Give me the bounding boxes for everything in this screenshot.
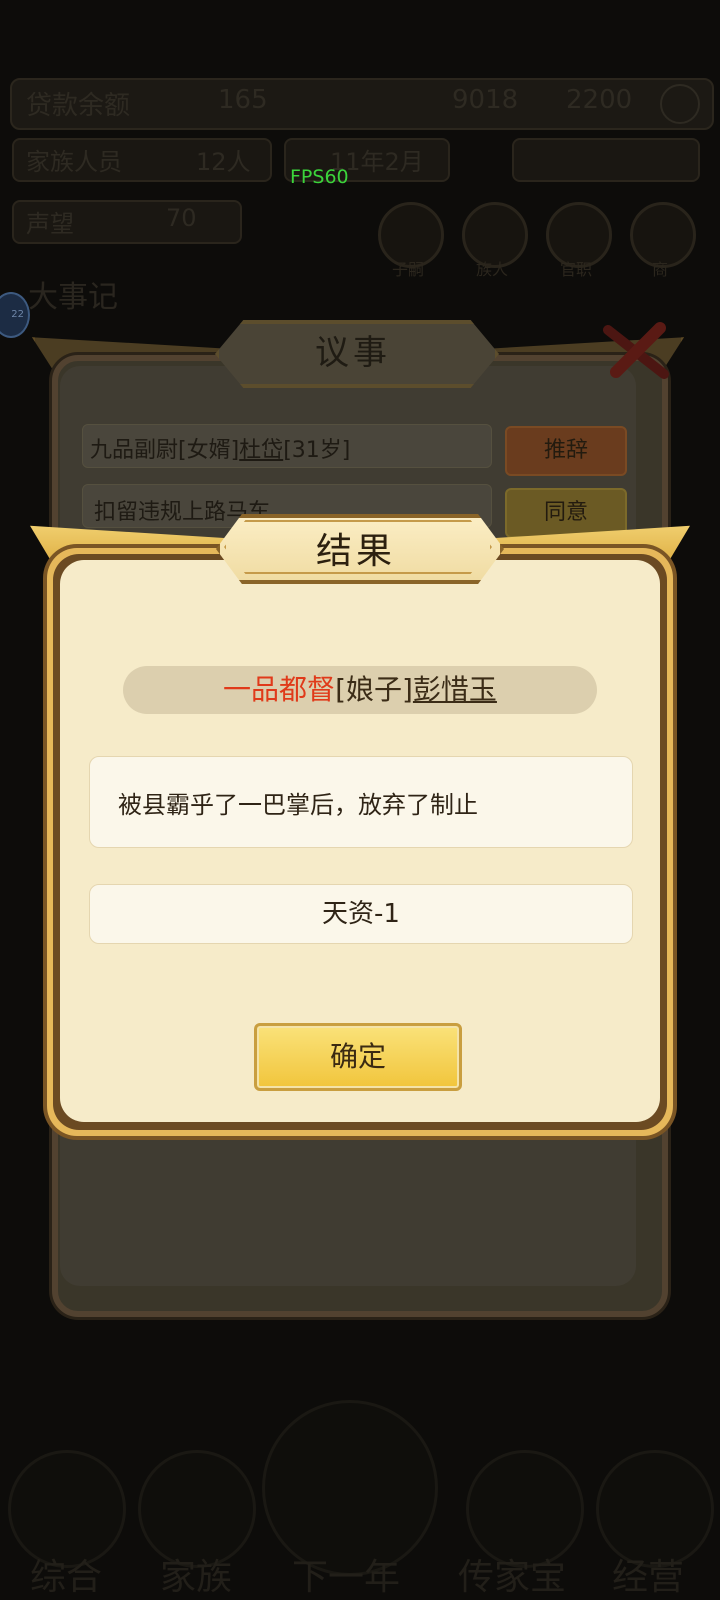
nav-label-family: 家族 bbox=[160, 1557, 233, 1598]
person-rank: 一品都督 bbox=[223, 673, 336, 706]
events-title: 大事记 bbox=[28, 280, 118, 315]
nav-label-business: 经营 bbox=[612, 1557, 685, 1598]
stat-value-2: 9018 bbox=[452, 85, 519, 115]
agree-button[interactable]: 同意 bbox=[505, 488, 627, 538]
person-name-pill: 一品都督[娘子]彭惜玉 bbox=[123, 666, 597, 714]
council-row-1-text: 九品副尉[女婿]杜岱[31岁] bbox=[90, 432, 350, 464]
circle-label-4: 商 bbox=[651, 260, 668, 279]
coin-value: 2200 bbox=[566, 85, 633, 115]
family-count: 12人 bbox=[196, 148, 251, 176]
nav-label-general: 综合 bbox=[30, 1557, 103, 1598]
circle-label-3: 官职 bbox=[559, 260, 592, 279]
row-1-suffix: [31岁] bbox=[283, 438, 351, 463]
stat-value: 165 bbox=[218, 85, 268, 115]
council-title: 议事 bbox=[315, 333, 391, 373]
reputation-label: 声望 bbox=[26, 210, 74, 238]
reputation-value: 70 bbox=[166, 204, 197, 232]
description-text: 被县霸乎了一巴掌后，放弃了制止 bbox=[118, 791, 478, 819]
row-1-prefix: 九品副尉[女婿] bbox=[90, 438, 240, 463]
decline-button[interactable]: 推辞 bbox=[505, 426, 627, 476]
nav-label-heirloom: 传家宝 bbox=[458, 1557, 567, 1598]
effect-text: 天资-1 bbox=[89, 884, 633, 944]
loan-label: 贷款余额 bbox=[26, 91, 131, 121]
nav-label-next-year: 下一年 bbox=[292, 1557, 401, 1598]
family-label: 家族人员 bbox=[26, 148, 122, 176]
circle-label-1: 子嗣 bbox=[391, 260, 424, 279]
circle-label-2: 族人 bbox=[475, 260, 508, 279]
confirm-button[interactable]: 确定 bbox=[254, 1023, 462, 1091]
currency-pill bbox=[512, 138, 700, 182]
person-name-link[interactable]: 彭惜玉 bbox=[413, 673, 497, 706]
person-relation: [娘子] bbox=[335, 673, 413, 706]
row-1-name[interactable]: 杜岱 bbox=[239, 438, 283, 463]
fps-counter: FPS60 bbox=[290, 166, 349, 188]
dialog-title: 结果 bbox=[315, 531, 396, 572]
close-x-icon[interactable] bbox=[598, 322, 674, 382]
notification-badge: 22 bbox=[0, 292, 30, 338]
help-icon[interactable] bbox=[660, 84, 700, 124]
